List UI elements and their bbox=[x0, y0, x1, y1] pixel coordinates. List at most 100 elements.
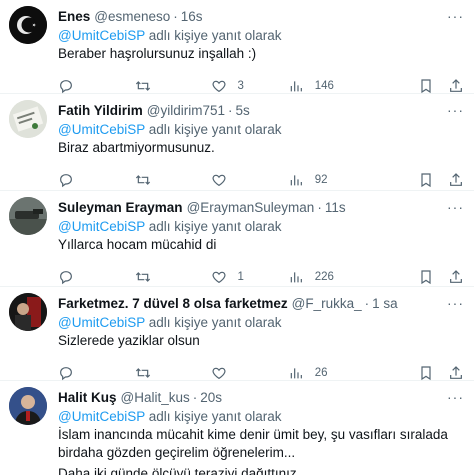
reply-icon bbox=[60, 271, 72, 285]
reply-context-label: adlı kişiye yanıt olarak bbox=[144, 122, 282, 137]
tweet-text: Beraber haşrolursunuz inşallah :) bbox=[58, 46, 257, 61]
reply-button[interactable] bbox=[58, 365, 135, 381]
like-button[interactable]: 3 bbox=[211, 78, 288, 94]
more-options-icon[interactable]: ··· bbox=[447, 199, 464, 215]
bookmark-icon[interactable] bbox=[418, 172, 434, 188]
avatar[interactable] bbox=[9, 293, 47, 331]
views-button[interactable]: 26 bbox=[288, 365, 418, 381]
share-icon[interactable] bbox=[448, 172, 464, 188]
reply-context: @UmitCebiSP adlı kişiye yanıt olarak bbox=[58, 26, 464, 45]
tweet-header: Enes @esmeneso · 16s bbox=[58, 6, 464, 26]
reply-context-label: adlı kişiye yanıt olarak bbox=[144, 315, 282, 330]
reply-button[interactable] bbox=[58, 78, 135, 94]
heart-icon bbox=[211, 80, 226, 93]
retweet-icon bbox=[136, 175, 151, 185]
reply-context: @UmitCebiSP adlı kişiye yanıt olarak bbox=[58, 217, 464, 236]
avatar[interactable] bbox=[9, 6, 47, 44]
user-handle[interactable]: @F_rukka_ bbox=[292, 296, 362, 311]
user-handle[interactable]: @EraymanSuleyman bbox=[187, 200, 315, 215]
retweet-button[interactable] bbox=[135, 269, 210, 285]
avatar[interactable] bbox=[9, 100, 47, 138]
timestamp[interactable]: 20s bbox=[200, 390, 222, 405]
like-button[interactable] bbox=[211, 365, 288, 381]
tweet-text: Biraz abartmiyormusunuz. bbox=[58, 140, 215, 155]
reply-button[interactable] bbox=[58, 269, 135, 285]
mention-link[interactable]: @UmitCebiSP bbox=[58, 28, 145, 43]
bookmark-icon[interactable] bbox=[418, 78, 434, 94]
bookmark-icon[interactable] bbox=[418, 365, 434, 381]
separator: · bbox=[228, 102, 233, 118]
avatar[interactable] bbox=[9, 197, 47, 235]
more-options-icon[interactable]: ··· bbox=[447, 389, 464, 405]
tweet-header: Farketmez. 7 düvel 8 olsa farketmez @F_r… bbox=[58, 293, 464, 313]
user-handle[interactable]: @yildirim751 bbox=[147, 103, 225, 118]
retweet-button[interactable] bbox=[135, 78, 210, 94]
display-name[interactable]: Farketmez. 7 düvel 8 olsa farketmez bbox=[58, 296, 288, 311]
display-name[interactable]: Enes bbox=[58, 9, 90, 24]
retweet-button[interactable] bbox=[135, 365, 210, 381]
separator: · bbox=[364, 295, 370, 311]
mention-link[interactable]: @UmitCebiSP bbox=[58, 122, 145, 137]
retweet-icon bbox=[136, 368, 151, 378]
reply-context: @UmitCebiSP adlı kişiye yanıt olarak bbox=[58, 407, 464, 426]
retweet-button[interactable] bbox=[135, 172, 210, 188]
reply-tweet[interactable]: Enes @esmeneso · 16s ··· @UmitCebiSP adl… bbox=[0, 0, 474, 94]
share-icon[interactable] bbox=[448, 269, 464, 285]
tweet-header: Fatih Yildirim @yildirim751 · 5s bbox=[58, 100, 464, 120]
separator: · bbox=[317, 199, 322, 215]
retweet-icon bbox=[136, 81, 151, 91]
user-handle[interactable]: @esmeneso bbox=[94, 9, 170, 24]
more-options-icon[interactable]: ··· bbox=[447, 102, 464, 118]
tweet-header: Suleyman Erayman @EraymanSuleyman · 11s bbox=[58, 197, 464, 217]
separator: · bbox=[173, 8, 178, 24]
like-count: 1 bbox=[237, 271, 244, 283]
heart-icon bbox=[211, 367, 226, 380]
reply-context-label: adlı kişiye yanıt olarak bbox=[144, 409, 282, 424]
bookmark-icon[interactable] bbox=[418, 269, 434, 285]
views-button[interactable]: 92 bbox=[288, 172, 418, 188]
reply-tweet[interactable]: Farketmez. 7 düvel 8 olsa farketmez @F_r… bbox=[0, 287, 474, 381]
mention-link[interactable]: @UmitCebiSP bbox=[58, 219, 145, 234]
mention-link[interactable]: @UmitCebiSP bbox=[58, 315, 145, 330]
tweet-header: Halit Kuş @Halit_kus · 20s bbox=[58, 387, 464, 407]
reply-icon bbox=[60, 174, 72, 188]
like-count: 3 bbox=[237, 80, 244, 92]
separator: · bbox=[192, 389, 198, 405]
reply-icon bbox=[60, 367, 72, 381]
more-options-icon[interactable]: ··· bbox=[447, 8, 464, 24]
view-count: 226 bbox=[314, 271, 334, 283]
views-icon bbox=[290, 368, 302, 379]
reply-tweet[interactable]: Halit Kuş @Halit_kus · 20s ··· @UmitCebi… bbox=[0, 381, 474, 475]
share-icon[interactable] bbox=[448, 78, 464, 94]
reply-tweet[interactable]: Suleyman Erayman @EraymanSuleyman · 11s … bbox=[0, 191, 474, 287]
view-count: 146 bbox=[314, 80, 334, 92]
avatar[interactable] bbox=[9, 387, 47, 425]
views-button[interactable]: 226 bbox=[288, 269, 418, 285]
tweet-text-continued: Daha iki günde ölçüyü teraziyi dağıttını… bbox=[58, 466, 301, 475]
user-handle[interactable]: @Halit_kus bbox=[121, 390, 190, 405]
timestamp[interactable]: 16s bbox=[181, 9, 203, 24]
more-options-icon[interactable]: ··· bbox=[447, 295, 464, 311]
display-name[interactable]: Suleyman Erayman bbox=[58, 200, 183, 215]
display-name[interactable]: Halit Kuş bbox=[58, 390, 117, 405]
reply-context: @UmitCebiSP adlı kişiye yanıt olarak bbox=[58, 120, 464, 139]
reply-button[interactable] bbox=[58, 172, 135, 188]
views-button[interactable]: 146 bbox=[288, 78, 418, 94]
reply-context-label: adlı kişiye yanıt olarak bbox=[144, 219, 282, 234]
timestamp[interactable]: 11s bbox=[325, 200, 346, 215]
timestamp[interactable]: 5s bbox=[236, 103, 250, 118]
views-icon bbox=[290, 175, 302, 186]
timestamp[interactable]: 1 sa bbox=[372, 296, 398, 311]
mention-link[interactable]: @UmitCebiSP bbox=[58, 409, 145, 424]
display-name[interactable]: Fatih Yildirim bbox=[58, 103, 143, 118]
tweet-text: İslam inancında mücahit kime denir ümit … bbox=[58, 427, 448, 460]
reply-tweet[interactable]: Fatih Yildirim @yildirim751 · 5s ··· @Um… bbox=[0, 94, 474, 191]
share-icon[interactable] bbox=[448, 365, 464, 381]
tweet-text: Sizlerede yaziklar olsun bbox=[58, 333, 200, 348]
retweet-icon bbox=[136, 272, 151, 282]
like-button[interactable]: 1 bbox=[211, 269, 288, 285]
views-icon bbox=[290, 81, 302, 92]
reply-context: @UmitCebiSP adlı kişiye yanıt olarak bbox=[58, 313, 464, 332]
view-count: 26 bbox=[314, 367, 328, 379]
like-button[interactable] bbox=[211, 172, 288, 188]
